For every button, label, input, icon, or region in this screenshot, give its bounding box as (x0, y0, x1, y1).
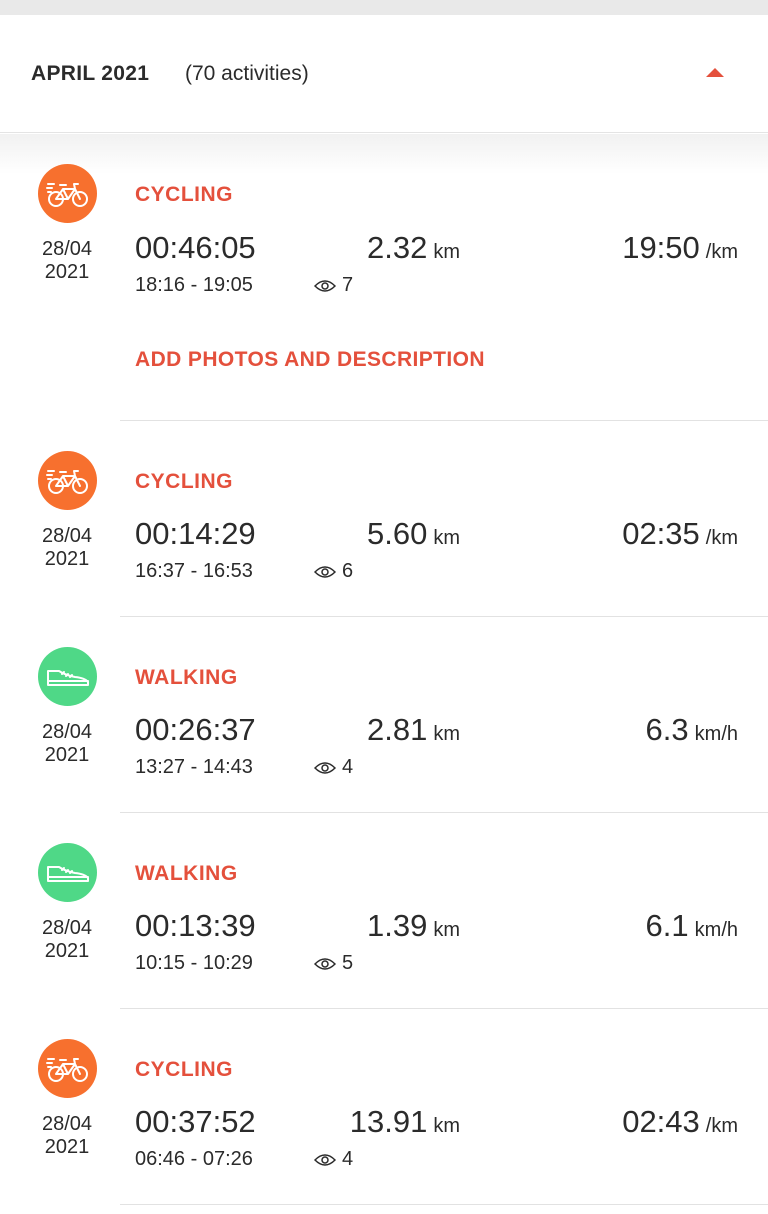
date-year: 2021 (44, 261, 90, 283)
divider (120, 1204, 768, 1205)
date-day: 28/04 (41, 721, 93, 743)
divider (120, 616, 768, 617)
activity-time-range: 13:27 - 14:43 (135, 756, 253, 778)
activity-pace: 02:35/km (622, 516, 738, 552)
activity-type-badge (38, 1039, 97, 1098)
activity-type-label: CYCLING (135, 1058, 233, 1081)
pace-value: 02:43 (622, 1104, 700, 1139)
distance-unit: km (433, 1115, 460, 1137)
activity-type-label: CYCLING (135, 183, 233, 206)
date-day: 28/04 (41, 525, 93, 547)
activity-date: 28/04 2021 (22, 721, 112, 767)
caret-up-icon (706, 68, 724, 77)
activity-views: 6 (314, 560, 353, 583)
activity-time-range: 18:16 - 19:05 (135, 274, 253, 296)
activity-pace: 19:50/km (622, 230, 738, 266)
date-year: 2021 (44, 744, 90, 766)
activity-distance: 1.39 km (300, 908, 460, 944)
bicycle-icon (45, 182, 88, 207)
activity-views: 7 (314, 274, 353, 297)
eye-icon (314, 565, 336, 578)
activity-duration: 00:37:52 (135, 1104, 256, 1139)
header-shadow (0, 134, 768, 174)
distance-unit: km (433, 723, 460, 745)
activity-date: 28/04 2021 (22, 238, 112, 284)
month-title: APRIL 2021 (31, 62, 150, 85)
activity-type-badge (38, 451, 97, 510)
views-count: 6 (342, 560, 354, 582)
bicycle-icon (45, 469, 88, 494)
distance-unit: km (433, 919, 460, 941)
distance-value: 2.32 (366, 230, 428, 265)
activity-date: 28/04 2021 (22, 525, 112, 571)
activity-type-label: CYCLING (135, 470, 233, 493)
shoe-icon (46, 669, 89, 686)
pace-unit: km/h (694, 723, 738, 745)
pace-value: 6.1 (645, 908, 689, 943)
activity-type-badge (38, 164, 97, 223)
activity-distance: 13.91 km (300, 1104, 460, 1140)
divider (120, 812, 768, 813)
eye-icon (314, 279, 336, 292)
activity-pace: 6.1 km/h (646, 908, 738, 944)
distance-value: 5.60 (366, 516, 428, 551)
date-year: 2021 (44, 1136, 90, 1158)
date-day: 28/04 (41, 238, 93, 260)
activity-duration: 00:14:29 (135, 516, 256, 551)
activity-pace: 02:43/km (622, 1104, 738, 1140)
activity-duration: 00:13:39 (135, 908, 256, 943)
date-year: 2021 (44, 548, 90, 570)
distance-unit: km (433, 241, 460, 263)
activity-time-range: 16:37 - 16:53 (135, 560, 253, 582)
activity-distance: 5.60 km (300, 516, 460, 552)
collapse-button[interactable] (700, 57, 730, 87)
divider (120, 420, 768, 421)
activity-type-badge (38, 647, 97, 706)
pace-unit: km/h (694, 919, 738, 941)
pace-unit: /km (705, 527, 738, 549)
distance-unit: km (433, 527, 460, 549)
activity-time-range: 10:15 - 10:29 (135, 952, 253, 974)
divider (120, 1008, 768, 1009)
activity-distance: 2.32 km (300, 230, 460, 266)
eye-icon (314, 957, 336, 970)
activity-type-badge (38, 843, 97, 902)
date-day: 28/04 (41, 1113, 93, 1135)
pace-unit: /km (705, 241, 738, 263)
shoe-icon (46, 865, 89, 882)
activity-date: 28/04 2021 (22, 917, 112, 963)
views-count: 4 (342, 756, 354, 778)
views-count: 5 (342, 952, 354, 974)
activity-duration: 00:26:37 (135, 712, 256, 747)
activity-views: 5 (314, 952, 353, 975)
eye-icon (314, 761, 336, 774)
activity-type-label: WALKING (135, 862, 238, 885)
add-photos-link[interactable]: ADD PHOTOS AND DESCRIPTION (135, 348, 485, 372)
activity-pace: 6.3 km/h (646, 712, 738, 748)
views-count: 4 (342, 1148, 354, 1170)
pace-value: 19:50 (622, 230, 700, 265)
pace-value: 6.3 (645, 712, 689, 747)
activity-date: 28/04 2021 (22, 1113, 112, 1159)
activity-type-label: WALKING (135, 666, 238, 689)
activity-time-range: 06:46 - 07:26 (135, 1148, 253, 1170)
pace-unit: /km (705, 1115, 738, 1137)
bicycle-icon (45, 1057, 88, 1082)
activity-distance: 2.81 km (300, 712, 460, 748)
views-count: 7 (342, 274, 354, 296)
month-header[interactable]: APRIL 2021 (70 activities) (0, 15, 768, 133)
pace-value: 02:35 (622, 516, 700, 551)
distance-value: 13.91 (349, 1104, 428, 1139)
distance-value: 1.39 (366, 908, 428, 943)
activity-views: 4 (314, 756, 353, 779)
status-bar-strip (0, 0, 768, 15)
activity-views: 4 (314, 1148, 353, 1171)
distance-value: 2.81 (366, 712, 428, 747)
activity-count: (70 activities) (185, 62, 309, 85)
eye-icon (314, 1153, 336, 1166)
date-day: 28/04 (41, 917, 93, 939)
activity-duration: 00:46:05 (135, 230, 256, 265)
date-year: 2021 (44, 940, 90, 962)
